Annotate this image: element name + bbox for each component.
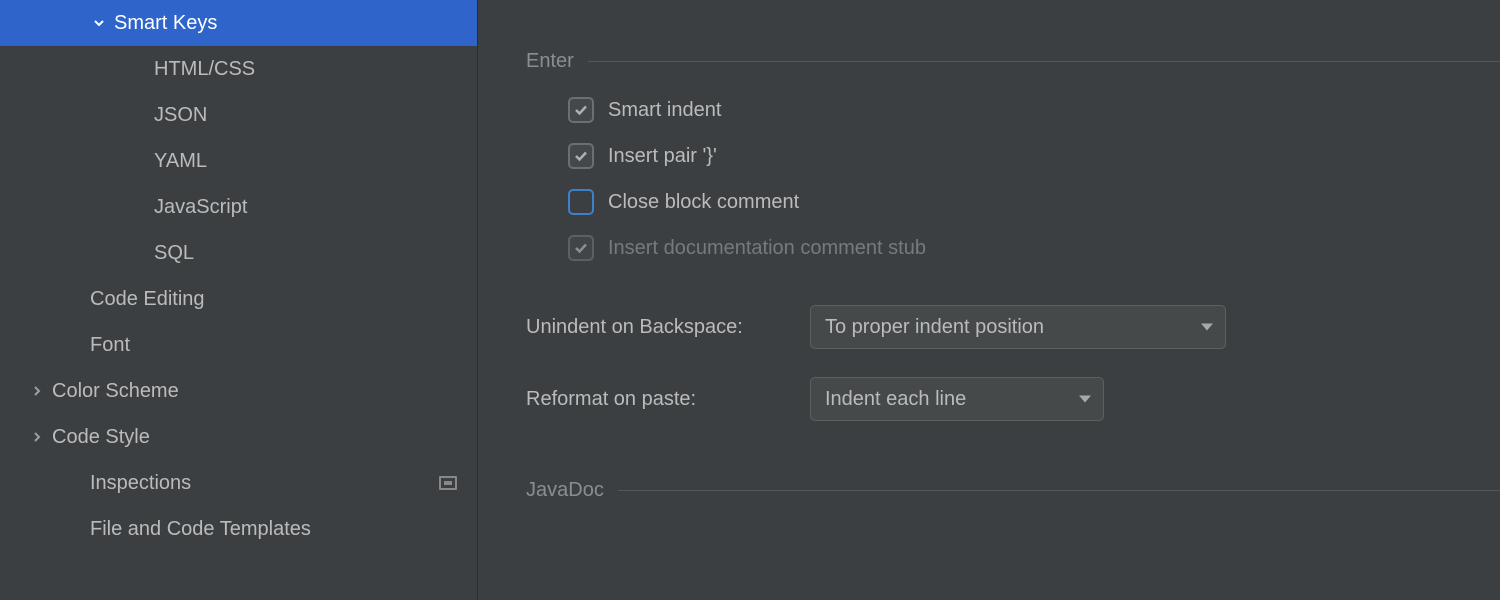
sidebar-item-color-scheme[interactable]: Color Scheme	[0, 368, 477, 414]
sidebar-item-font[interactable]: Font	[0, 322, 477, 368]
sidebar-item-label: Smart Keys	[114, 12, 457, 35]
select-value: To proper indent position	[825, 316, 1044, 339]
section-title: Enter	[478, 50, 574, 73]
checkbox-smart-indent[interactable]: Smart indent	[568, 97, 1500, 123]
checkbox-insert-doc-comment-stub: Insert documentation comment stub	[568, 235, 1500, 261]
chevron-down-icon	[1201, 324, 1213, 331]
sidebar-item-code-editing[interactable]: Code Editing	[0, 276, 477, 322]
checkbox-insert-pair-brace[interactable]: Insert pair '}'	[568, 143, 1500, 169]
chevron-down-icon	[1079, 396, 1091, 403]
select-reformat-paste[interactable]: Indent each line	[810, 377, 1104, 421]
sidebar-item-file-code-templates[interactable]: File and Code Templates	[0, 506, 477, 552]
checkbox-icon	[568, 189, 594, 215]
select-unindent-backspace[interactable]: To proper indent position	[810, 305, 1226, 349]
section-title: JavaDoc	[478, 479, 604, 502]
checkbox-label: Close block comment	[608, 191, 799, 214]
sidebar-item-label: Code Style	[52, 426, 457, 449]
sidebar-item-label: YAML	[154, 150, 457, 173]
sidebar-item-json[interactable]: JSON	[0, 92, 477, 138]
enter-options: Smart indent Insert pair '}' Close block…	[478, 73, 1500, 285]
sidebar-item-code-style[interactable]: Code Style	[0, 414, 477, 460]
sidebar-item-label: Color Scheme	[52, 380, 457, 403]
sidebar-item-label: SQL	[154, 242, 457, 265]
sidebar-item-label: JavaScript	[154, 196, 457, 219]
sidebar-item-html-css[interactable]: HTML/CSS	[0, 46, 477, 92]
sidebar-item-yaml[interactable]: YAML	[0, 138, 477, 184]
sidebar-item-label: Inspections	[90, 472, 439, 495]
sidebar-item-javascript[interactable]: JavaScript	[0, 184, 477, 230]
sidebar-item-sql[interactable]: SQL	[0, 230, 477, 276]
sidebar-item-label: JSON	[154, 104, 457, 127]
sidebar-item-label: File and Code Templates	[90, 518, 457, 541]
checkbox-icon	[568, 97, 594, 123]
section-header-enter: Enter	[478, 50, 1500, 73]
checkbox-label: Insert pair '}'	[608, 145, 717, 168]
select-value: Indent each line	[825, 388, 966, 411]
section-header-javadoc: JavaDoc	[478, 479, 1500, 502]
chevron-right-icon	[28, 385, 46, 397]
field-reformat-paste: Reformat on paste: Indent each line	[478, 377, 1500, 421]
settings-content: Enter Smart indent Insert pair '}' Close…	[478, 0, 1500, 600]
checkbox-label: Insert documentation comment stub	[608, 237, 926, 260]
checkbox-close-block-comment[interactable]: Close block comment	[568, 189, 1500, 215]
field-label: Reformat on paste:	[526, 388, 810, 411]
chevron-right-icon	[28, 431, 46, 443]
sidebar-item-label: HTML/CSS	[154, 58, 457, 81]
field-unindent-backspace: Unindent on Backspace: To proper indent …	[478, 305, 1500, 349]
sidebar-item-inspections[interactable]: Inspections	[0, 460, 477, 506]
chevron-down-icon	[90, 17, 108, 29]
settings-sidebar: Smart Keys HTML/CSS JSON YAML JavaScript…	[0, 0, 478, 600]
field-label: Unindent on Backspace:	[526, 316, 810, 339]
divider	[618, 490, 1500, 491]
profile-scheme-icon	[439, 476, 457, 490]
checkbox-label: Smart indent	[608, 99, 721, 122]
checkbox-icon	[568, 235, 594, 261]
sidebar-item-label: Font	[90, 334, 457, 357]
checkbox-icon	[568, 143, 594, 169]
sidebar-item-smart-keys[interactable]: Smart Keys	[0, 0, 477, 46]
divider	[588, 61, 1500, 62]
sidebar-item-label: Code Editing	[90, 288, 457, 311]
